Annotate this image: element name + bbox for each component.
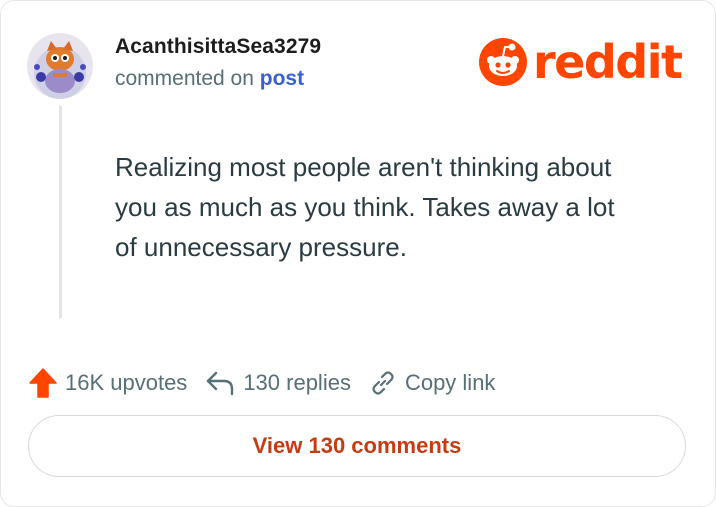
reply-count: 130 replies <box>243 370 351 395</box>
reddit-comment-card: AcanthisittaSea3279 commented on post re… <box>0 0 716 507</box>
upvote-button[interactable]: 16K upvotes <box>29 368 187 398</box>
reddit-logo: reddit <box>479 35 683 89</box>
replies-button[interactable]: 130 replies <box>205 370 351 396</box>
copy-link-label: Copy link <box>404 370 496 395</box>
commented-on-text: commented on <box>115 67 254 90</box>
action-bar: 16K upvotes 130 replies Copy link <box>29 366 513 400</box>
avatar-image <box>27 33 93 99</box>
reddit-wordmark: reddit <box>533 35 683 89</box>
view-comments-button[interactable]: View 130 comments <box>28 415 686 477</box>
copy-link-button[interactable]: Copy link <box>369 369 495 397</box>
comment-body: Realizing most people aren't thinking ab… <box>115 152 615 262</box>
thread-line <box>59 105 62 319</box>
comment-context: commented on post <box>115 67 304 91</box>
link-icon <box>372 371 394 395</box>
username[interactable]: AcanthisittaSea3279 <box>115 35 321 59</box>
upvote-arrow-icon <box>29 368 57 398</box>
post-link[interactable]: post <box>260 67 304 90</box>
upvote-count: 16K upvotes <box>65 370 188 395</box>
reddit-snoo-icon <box>479 38 527 86</box>
reply-arrow-icon <box>207 371 234 396</box>
avatar[interactable] <box>27 33 93 99</box>
